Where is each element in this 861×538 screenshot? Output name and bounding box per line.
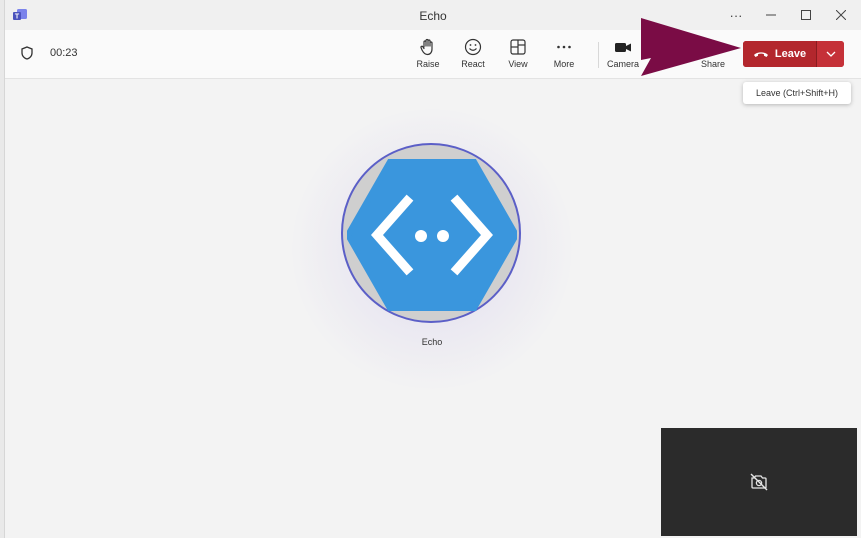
- echo-bot-avatar-icon[interactable]: [347, 159, 517, 311]
- view-label: View: [508, 59, 528, 69]
- participant-name: Echo: [421, 337, 443, 347]
- grid-view-icon: [510, 39, 526, 55]
- hang-up-icon: [753, 52, 768, 57]
- raise-label: Raise: [416, 59, 440, 69]
- camera-label: Camera: [606, 59, 639, 69]
- minimize-button[interactable]: [758, 6, 784, 24]
- more-button[interactable]: More: [544, 38, 584, 74]
- close-icon: [836, 10, 846, 20]
- toolbar-divider: [598, 42, 599, 68]
- leave-label: Leave: [774, 48, 807, 60]
- maximize-icon: [801, 10, 811, 20]
- camera-off-icon: [750, 473, 768, 491]
- leave-button[interactable]: Leave: [743, 41, 816, 67]
- raise-hand-button[interactable]: Raise: [408, 38, 448, 74]
- meeting-window: T Echo ··· 00:23 Raise React View More C…: [4, 0, 861, 538]
- chevron-down-icon: [826, 51, 835, 57]
- more-label: More: [553, 59, 575, 69]
- annotation-arrow-icon: [641, 18, 741, 76]
- more-dots-icon: [557, 45, 571, 49]
- smiley-icon: [464, 38, 482, 56]
- camera-button[interactable]: Camera: [603, 38, 643, 74]
- leave-button-group: Leave: [743, 41, 844, 67]
- self-video-tile[interactable]: [661, 428, 857, 536]
- minimize-icon: [766, 14, 776, 16]
- maximize-button[interactable]: [793, 6, 819, 24]
- view-button[interactable]: View: [498, 38, 538, 74]
- hand-icon: [420, 38, 433, 56]
- react-button[interactable]: React: [453, 38, 493, 74]
- camera-icon: [615, 43, 631, 52]
- meeting-stage: Echo: [5, 79, 861, 538]
- leave-options-dropdown[interactable]: [817, 41, 844, 67]
- react-label: React: [461, 59, 485, 69]
- close-button[interactable]: [828, 6, 854, 24]
- call-timer: 00:23: [50, 47, 78, 59]
- shield-icon[interactable]: [21, 46, 33, 60]
